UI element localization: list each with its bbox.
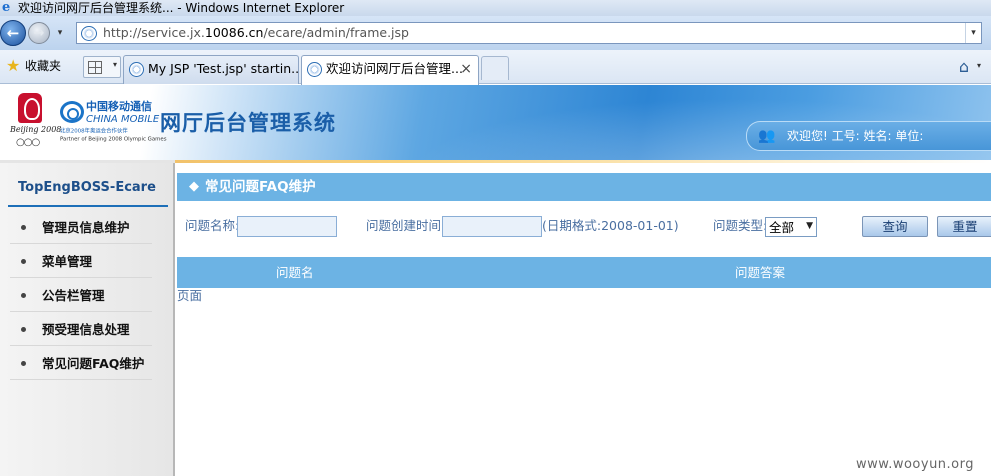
sidebar-brand: TopEngBOSS-Ecare [18, 180, 156, 195]
quick-tabs-grid-icon [88, 61, 102, 74]
bullet-icon [21, 361, 26, 366]
favorites-star-icon[interactable]: ★ [6, 58, 20, 74]
china-mobile-logo-icon [60, 101, 84, 123]
new-tab-button[interactable] [481, 56, 509, 80]
sidebar-item-bulletin[interactable]: 公告栏管理 [10, 280, 152, 312]
back-button[interactable]: ← [0, 20, 26, 46]
sidebar-item-preaccept[interactable]: 预受理信息处理 [10, 314, 152, 346]
olympic-rings-icon: ○○○ [16, 137, 40, 148]
pager-text: 页面 [177, 288, 203, 303]
tab-label: 欢迎访问网厅后台管理... [326, 61, 463, 76]
forward-button[interactable]: → [28, 22, 50, 44]
partner-text-en: Partner of Beijing 2008 Olympic Games [60, 136, 167, 143]
created-time-label: 问题创建时间: [366, 218, 446, 233]
ie-logo-icon: e [2, 0, 11, 15]
tab-label: My JSP 'Test.jsp' startin... [148, 61, 299, 76]
question-type-label: 问题类型: [713, 218, 768, 233]
question-type-select[interactable]: 全部 ▼ [765, 217, 817, 237]
system-title: 网厅后台管理系统 [160, 111, 336, 135]
chevron-down-icon: ▼ [806, 221, 813, 231]
sidebar-item-label: 预受理信息处理 [42, 322, 130, 337]
tab-admin-system[interactable]: 欢迎访问网厅后台管理... × [301, 55, 479, 85]
sidebar-item-menu[interactable]: 菜单管理 [10, 246, 152, 278]
question-name-label: 问题名称: [185, 218, 240, 233]
bullet-icon [21, 293, 26, 298]
address-dropdown-icon[interactable]: ▾ [965, 23, 981, 43]
window-title: 欢迎访问网厅后台管理系统... - Windows Internet Explo… [18, 1, 345, 15]
bullet-icon [21, 225, 26, 230]
sidebar-item-label: 常见问题FAQ维护 [42, 356, 145, 371]
beijing-olympic-logo: Beijing 2008 ○○○ [10, 93, 61, 153]
query-button[interactable]: 查询 [862, 216, 928, 237]
column-header-question: 问题名 [276, 265, 314, 280]
question-name-input[interactable] [237, 216, 337, 237]
sidebar-item-label: 公告栏管理 [42, 288, 105, 303]
sidebar: TopEngBOSS-Ecare 管理员信息维护 菜单管理 公告栏管理 预受理信… [0, 163, 175, 476]
created-time-input[interactable] [442, 216, 542, 237]
olympic-emblem-icon [18, 93, 42, 123]
quick-tabs-button[interactable]: ▾ [83, 56, 121, 78]
navigation-bar: ← → ▾ http://service.jx.10086.cn/ecare/a… [0, 16, 991, 50]
bullet-icon [21, 327, 26, 332]
tab-close-icon[interactable]: × [460, 56, 472, 82]
table-header: 问题名 问题答案 [177, 257, 991, 288]
favorites-tab-bar: ★ 收藏夹 ▾ My JSP 'Test.jsp' startin... 欢迎访… [0, 50, 991, 85]
welcome-panel: 👥 欢迎您! 工号: 姓名: 单位: [746, 121, 991, 151]
question-type-value: 全部 [769, 220, 795, 235]
tab-test-jsp[interactable]: My JSP 'Test.jsp' startin... [123, 55, 299, 84]
section-title: 常见问题FAQ维护 [205, 179, 316, 195]
brand-name-en: CHINA MOBILE [86, 114, 160, 125]
sidebar-item-label: 管理员信息维护 [42, 220, 130, 235]
reset-button[interactable]: 重置 [937, 216, 991, 237]
sidebar-item-admin-info[interactable]: 管理员信息维护 [10, 212, 152, 244]
brand-name-cn: 中国移动通信 [86, 100, 152, 113]
sidebar-brand-divider [8, 205, 168, 207]
section-header: ◆ 常见问题FAQ维护 [177, 173, 991, 201]
user-group-icon: 👥 [758, 128, 776, 144]
page-icon [81, 26, 97, 41]
main-content: ◆ 常见问题FAQ维护 问题名称: 问题创建时间: (日期格式:2008-01-… [177, 163, 991, 476]
watermark: www.wooyun.org [856, 457, 975, 472]
home-dropdown-icon[interactable]: ▾ [977, 61, 981, 70]
welcome-text: 欢迎您! 工号: 姓名: 单位: [787, 129, 924, 143]
recent-pages-dropdown-icon[interactable]: ▾ [54, 26, 66, 40]
partner-text-cn: 北京2008年奥运会合作伙伴 [60, 128, 128, 135]
sidebar-item-faq[interactable]: 常见问题FAQ维护 [10, 348, 152, 380]
window-title-bar: e 欢迎访问网厅后台管理系统... - Windows Internet Exp… [0, 0, 991, 16]
address-url[interactable]: http://service.jx.10086.cn/ecare/admin/f… [103, 23, 409, 43]
sidebar-item-label: 菜单管理 [42, 254, 93, 269]
date-format-hint: (日期格式:2008-01-01) [542, 218, 679, 233]
home-icon[interactable]: ⌂ [953, 57, 975, 77]
favorites-button[interactable]: 收藏夹 [25, 59, 61, 73]
address-bar[interactable]: http://service.jx.10086.cn/ecare/admin/f… [76, 22, 982, 44]
tab-page-icon [129, 62, 144, 77]
diamond-icon: ◆ [189, 179, 199, 194]
tab-page-icon [307, 62, 322, 77]
column-header-answer: 问题答案 [735, 265, 786, 280]
bullet-icon [21, 259, 26, 264]
tab-list-dropdown-icon[interactable]: ▾ [113, 60, 117, 69]
